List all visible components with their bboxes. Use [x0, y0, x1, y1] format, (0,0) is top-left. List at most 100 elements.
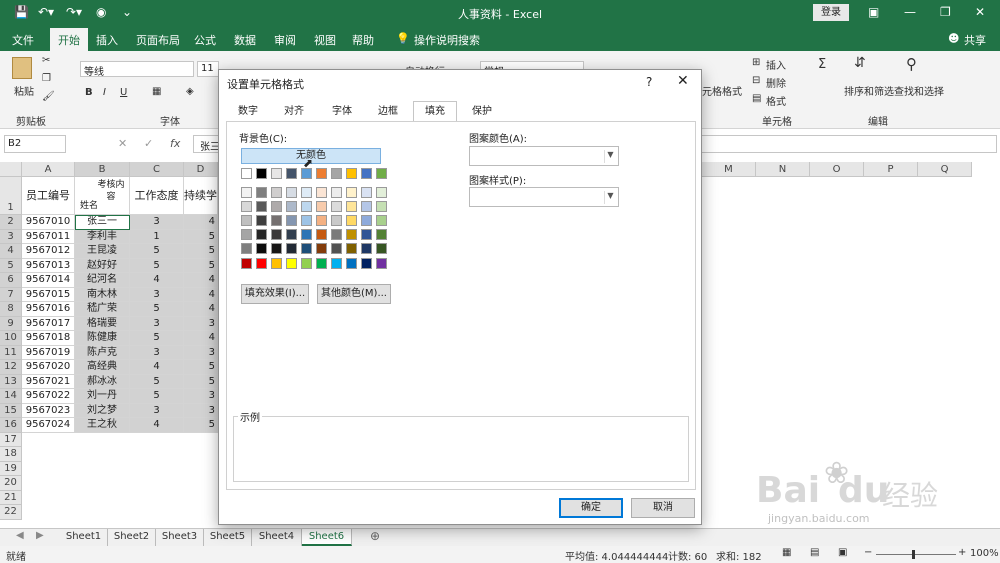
- row-header[interactable]: 22: [0, 505, 22, 520]
- zoom-in-icon[interactable]: +: [958, 547, 966, 558]
- row-header[interactable]: 21: [0, 490, 22, 505]
- learning-cell[interactable]: 5: [184, 418, 218, 433]
- color-swatch[interactable]: [346, 243, 357, 254]
- dialog-help-button[interactable]: ?: [646, 75, 652, 89]
- dialog-tab-alignment[interactable]: 对齐: [275, 103, 313, 121]
- column-header-q[interactable]: Q: [918, 162, 972, 177]
- learning-cell[interactable]: 4: [184, 287, 218, 302]
- dialog-tab-fill[interactable]: 填充: [413, 101, 457, 122]
- color-swatch[interactable]: [286, 229, 297, 240]
- sheet-tab-sheet5[interactable]: Sheet5: [204, 529, 252, 546]
- color-swatch[interactable]: [346, 229, 357, 240]
- pattern-color-select[interactable]: ▼: [469, 146, 619, 166]
- column-header-c[interactable]: C: [130, 162, 184, 177]
- tab-help[interactable]: 帮助: [352, 32, 374, 48]
- login-button[interactable]: 登录: [813, 4, 849, 21]
- row-header[interactable]: 20: [0, 476, 22, 491]
- row-header[interactable]: 13: [0, 374, 22, 389]
- employee-id-cell[interactable]: 9567018: [22, 331, 75, 346]
- employee-id-cell[interactable]: 9567013: [22, 258, 75, 273]
- sort-filter-icon[interactable]: ⇵: [854, 55, 866, 71]
- color-swatch[interactable]: [241, 215, 252, 226]
- header-work-attitude[interactable]: 工作态度: [130, 177, 184, 215]
- employee-id-cell[interactable]: 9567014: [22, 273, 75, 288]
- dialog-tab-protection[interactable]: 保护: [463, 103, 501, 121]
- employee-id-cell[interactable]: 9567024: [22, 418, 75, 433]
- name-cell[interactable]: 张三一: [75, 215, 130, 230]
- employee-id-cell[interactable]: 9567012: [22, 244, 75, 259]
- color-swatch[interactable]: [331, 201, 342, 212]
- attitude-cell[interactable]: 5: [130, 331, 184, 346]
- attitude-cell[interactable]: 3: [130, 345, 184, 360]
- color-swatch[interactable]: [346, 168, 357, 179]
- zoom-slider-thumb[interactable]: [912, 550, 915, 559]
- column-header-b[interactable]: B: [75, 162, 130, 177]
- color-swatch[interactable]: [376, 258, 387, 269]
- name-cell[interactable]: 赵好好: [75, 258, 130, 273]
- row-header[interactable]: 5: [0, 258, 22, 273]
- name-cell[interactable]: 格瑞要: [75, 316, 130, 331]
- employee-id-cell[interactable]: 9567020: [22, 360, 75, 375]
- close-window-icon[interactable]: ✕: [975, 5, 985, 19]
- color-swatch[interactable]: [256, 215, 267, 226]
- row-header[interactable]: 19: [0, 461, 22, 476]
- add-sheet-icon[interactable]: ⊕: [370, 529, 380, 543]
- learning-cell[interactable]: 4: [184, 331, 218, 346]
- sheet-tab-sheet6[interactable]: Sheet6: [302, 529, 352, 546]
- color-swatch[interactable]: [361, 229, 372, 240]
- color-swatch[interactable]: [256, 229, 267, 240]
- tab-review[interactable]: 审阅: [274, 32, 296, 48]
- color-swatch[interactable]: [301, 215, 312, 226]
- font-size-select[interactable]: 11: [197, 61, 219, 77]
- color-swatch[interactable]: [271, 243, 282, 254]
- italic-button[interactable]: I: [103, 87, 106, 98]
- color-swatch[interactable]: [286, 215, 297, 226]
- color-swatch[interactable]: [271, 215, 282, 226]
- learning-cell[interactable]: 4: [184, 273, 218, 288]
- enter-formula-icon[interactable]: ✓: [144, 137, 153, 150]
- color-swatch[interactable]: [361, 243, 372, 254]
- color-swatch[interactable]: [331, 258, 342, 269]
- attitude-cell[interactable]: 3: [130, 403, 184, 418]
- cut-icon[interactable]: ✂: [42, 55, 50, 66]
- page-break-view-icon[interactable]: ▣: [838, 547, 847, 558]
- tab-data[interactable]: 数据: [234, 32, 256, 48]
- cancel-button[interactable]: 取消: [631, 498, 695, 518]
- tab-insert[interactable]: 插入: [96, 32, 118, 48]
- name-cell[interactable]: 陈卢克: [75, 345, 130, 360]
- attitude-cell[interactable]: 3: [130, 316, 184, 331]
- color-swatch[interactable]: [256, 201, 267, 212]
- name-cell[interactable]: 王之秋: [75, 418, 130, 433]
- color-swatch[interactable]: [271, 168, 282, 179]
- row-header[interactable]: 10: [0, 331, 22, 346]
- tab-view[interactable]: 视图: [314, 32, 336, 48]
- row-header[interactable]: 4: [0, 244, 22, 259]
- row-header[interactable]: 8: [0, 302, 22, 317]
- name-cell[interactable]: 刘一丹: [75, 389, 130, 404]
- color-swatch[interactable]: [286, 201, 297, 212]
- fill-color-icon[interactable]: ◈: [186, 86, 194, 97]
- color-swatch[interactable]: [346, 258, 357, 269]
- header-continuous-learning[interactable]: 持续学: [184, 177, 218, 215]
- color-swatch[interactable]: [316, 215, 327, 226]
- restore-icon[interactable]: ❐: [940, 5, 951, 19]
- row-header[interactable]: 16: [0, 418, 22, 433]
- learning-cell[interactable]: 4: [184, 302, 218, 317]
- color-swatch[interactable]: [376, 168, 387, 179]
- employee-id-cell[interactable]: 9567019: [22, 345, 75, 360]
- attitude-cell[interactable]: 5: [130, 389, 184, 404]
- color-swatch[interactable]: [316, 187, 327, 198]
- row-header[interactable]: 9: [0, 316, 22, 331]
- color-swatch[interactable]: [316, 258, 327, 269]
- delete-cells-button[interactable]: 删除: [766, 75, 786, 90]
- color-swatch[interactable]: [271, 229, 282, 240]
- tab-formulas[interactable]: 公式: [194, 32, 216, 48]
- tell-me-search[interactable]: 操作说明搜索: [414, 32, 480, 48]
- learning-cell[interactable]: 3: [184, 316, 218, 331]
- employee-id-cell[interactable]: 9567010: [22, 215, 75, 230]
- color-swatch[interactable]: [301, 187, 312, 198]
- page-layout-view-icon[interactable]: ▤: [810, 547, 819, 558]
- color-swatch[interactable]: [376, 201, 387, 212]
- minimize-icon[interactable]: —: [904, 5, 916, 19]
- name-cell[interactable]: 嵇广荣: [75, 302, 130, 317]
